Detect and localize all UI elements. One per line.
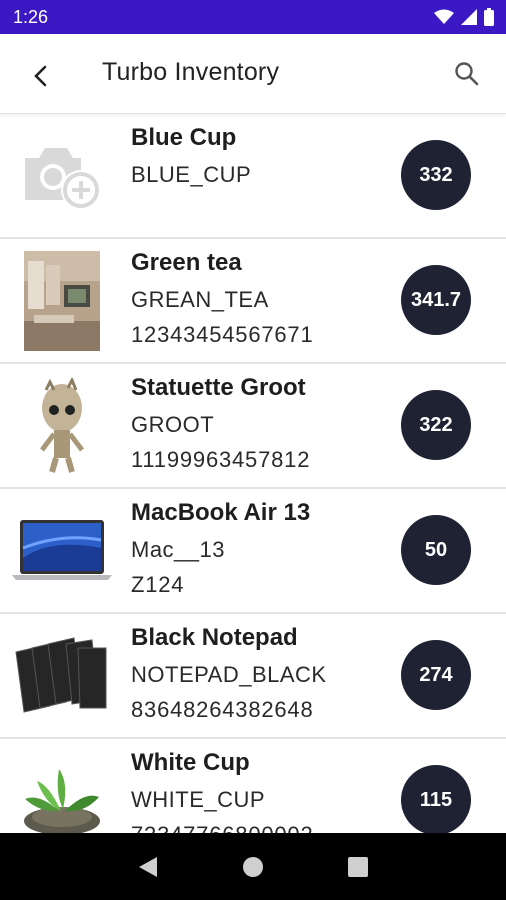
- item-code: GROOT: [131, 412, 215, 437]
- nav-back-icon: [138, 856, 157, 877]
- tea-leaves-photo: [24, 769, 100, 833]
- item-name: MacBook Air 13: [131, 499, 311, 526]
- laptop-photo: [12, 520, 112, 580]
- quantity-badge: 115: [401, 765, 471, 833]
- system-nav-bar: [0, 833, 506, 900]
- item-code: BLUE_CUP: [131, 162, 252, 187]
- quantity-badge: 322: [401, 390, 471, 460]
- list-item[interactable]: Green tea GREAN_TEA 12343454567671 341.7: [0, 239, 506, 364]
- page-title: Turbo Inventory: [102, 58, 280, 86]
- quantity-badge: 50: [401, 515, 471, 585]
- app-bar: Turbo Inventory: [0, 34, 506, 114]
- status-time: 1:26: [13, 6, 49, 27]
- item-thumbnail: [14, 251, 110, 351]
- list-item[interactable]: Blue Cup BLUE_CUP 332: [0, 114, 506, 239]
- item-barcode: Z124: [131, 572, 185, 597]
- back-button[interactable]: [25, 61, 55, 91]
- list-item[interactable]: White Cup WHITE_CUP 72347766800002 115: [0, 739, 506, 833]
- item-thumbnail: [10, 626, 114, 726]
- item-name: Black Notepad: [131, 624, 298, 651]
- inventory-list[interactable]: Blue Cup BLUE_CUP 332 Green tea GREAN_TE…: [0, 114, 506, 833]
- quantity-badge: 274: [401, 640, 471, 710]
- list-item[interactable]: MacBook Air 13 Mac__13 Z124 50: [0, 489, 506, 614]
- item-code: WHITE_CUP: [131, 787, 266, 812]
- status-icons: [434, 8, 494, 26]
- nav-home-button[interactable]: [233, 847, 273, 887]
- item-name: Green tea: [131, 249, 242, 276]
- item-thumbnail: [14, 376, 110, 476]
- nav-recents-icon: [348, 856, 369, 877]
- item-name: Statuette Groot: [131, 374, 306, 401]
- item-barcode: 72347766800002: [131, 822, 314, 833]
- nav-back-button[interactable]: [128, 847, 168, 887]
- search-icon: [455, 62, 479, 86]
- item-name: Blue Cup: [131, 124, 237, 151]
- item-thumbnail: [10, 501, 114, 601]
- item-barcode: 83648264382648: [131, 697, 314, 722]
- item-barcode: 11199963457812: [131, 447, 311, 472]
- list-item[interactable]: Statuette Groot GROOT 11199963457812 322: [0, 364, 506, 489]
- item-barcode: 12343454567671: [131, 322, 314, 347]
- item-code: Mac__13: [131, 537, 226, 562]
- quantity-badge: 332: [401, 140, 471, 210]
- item-code: GREAN_TEA: [131, 287, 269, 312]
- notepads-photo: [15, 637, 107, 713]
- item-thumbnail: [14, 751, 110, 833]
- status-bar: 1:26: [0, 0, 506, 34]
- nav-recents-button[interactable]: [338, 847, 378, 887]
- battery-icon: [484, 8, 494, 26]
- nav-home-icon: [242, 856, 263, 877]
- search-button[interactable]: [452, 59, 482, 89]
- quantity-badge: 341.7: [401, 265, 471, 335]
- room-photo: [24, 251, 100, 351]
- wifi-icon: [434, 9, 454, 24]
- item-code: NOTEPAD_BLACK: [131, 662, 327, 687]
- item-name: White Cup: [131, 749, 250, 776]
- add-photo-icon: [25, 148, 101, 210]
- groot-figure: [40, 378, 84, 473]
- list-item[interactable]: Black Notepad NOTEPAD_BLACK 836482643826…: [0, 614, 506, 739]
- item-thumbnail: [14, 126, 110, 226]
- signal-icon: [461, 9, 477, 25]
- arrow-back-icon: [34, 65, 47, 87]
